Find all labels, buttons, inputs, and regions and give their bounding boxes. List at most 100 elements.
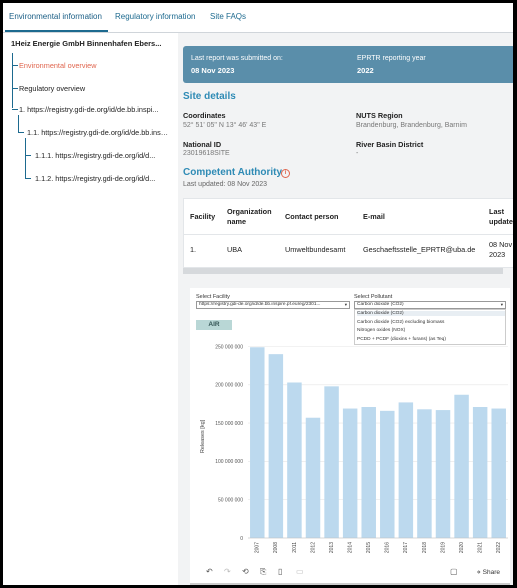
tree-connector: [25, 155, 31, 156]
table-header-email: E-mail: [363, 212, 385, 221]
y-tick-label: 50 000 000: [218, 497, 243, 503]
competent-authority-updated: Last updated: 08 Nov 2023: [183, 181, 268, 188]
dashboard-toolbar: ↶ ↷ ⟲ ⎘ ▯ ▭ ▢ ⋄ Share: [190, 563, 510, 583]
x-tick-label: 2021: [477, 542, 483, 553]
x-tick-label: 2014: [347, 542, 353, 553]
site-details-title: Site details: [183, 91, 236, 102]
table-cell-last-updated: 08 Nov 2023: [489, 240, 513, 259]
tree-connector: [12, 65, 18, 66]
bar: [398, 402, 414, 538]
revert-icon[interactable]: ⟲: [242, 567, 249, 576]
river-basin-value: -: [356, 150, 359, 157]
y-tick-label: 0: [240, 536, 243, 542]
coordinates-value: 52° 51' 05" N 13° 46' 43" E: [183, 122, 267, 129]
y-tick-label: 150 000 000: [215, 421, 243, 427]
bar: [342, 408, 358, 538]
tree-item-installation-1[interactable]: 1. https://registry.gdi-de.org/id/de.bb.…: [19, 105, 169, 114]
tree-root-facility[interactable]: 1Heiz Energie GmbH Binnenhafen Ebers...: [11, 39, 166, 48]
table-header-contact: Contact person: [285, 212, 339, 221]
x-tick-label: 2022: [496, 542, 502, 553]
sidebar-tree: 1Heiz Energie GmbH Binnenhafen Ebers... …: [3, 33, 173, 585]
competent-authority-table: Facility Organization name Contact perso…: [183, 198, 513, 268]
releases-bar-chart: 0 50 000 000 100 000 000 150 000 000 200 000…: [200, 344, 508, 553]
share-label: Share: [482, 569, 500, 576]
x-tick-label: 2013: [329, 542, 335, 553]
active-tab-indicator: [5, 30, 108, 32]
tree-connector: [12, 88, 18, 89]
bar: [491, 408, 506, 538]
table-horizontal-scrollbar[interactable]: [183, 268, 503, 274]
table-cell-contact: Umweltbundesamt: [285, 245, 346, 254]
x-tick-label: 2007: [255, 542, 261, 553]
last-report-label: Last report was submitted on:: [191, 55, 283, 62]
bar: [287, 382, 302, 538]
table-header-facility: Facility: [190, 212, 216, 221]
tree-item-environmental-overview[interactable]: Environmental overview: [19, 61, 169, 70]
reporting-year-label: EPRTR reporting year: [357, 55, 426, 62]
y-tick-label: 250 000 000: [215, 344, 243, 350]
x-tick-label: 2012: [310, 542, 316, 553]
bar: [268, 354, 284, 538]
info-icon[interactable]: i: [281, 169, 290, 178]
tree-item-installation-1-1-2[interactable]: 1.1.2. https://registry.gdi-de.org/id/d.…: [35, 174, 169, 183]
bar: [417, 409, 432, 538]
x-tick-label: 2011: [292, 542, 298, 553]
y-tick-label: 200 000 000: [215, 383, 243, 389]
x-tick-label: 2020: [459, 542, 465, 553]
tab-site-faqs[interactable]: Site FAQs: [210, 12, 246, 21]
x-tick-label: 2015: [366, 542, 372, 553]
bar: [380, 410, 395, 538]
tree-item-installation-1-1[interactable]: 1.1. https://registry.gdi-de.org/id/de.b…: [27, 128, 169, 137]
redo-icon[interactable]: ↷: [224, 567, 231, 576]
tree-connector: [12, 109, 18, 110]
tab-bar: Environmental information Regulatory inf…: [3, 3, 513, 33]
x-tick-label: 2017: [403, 542, 409, 553]
undo-icon[interactable]: ↶: [206, 567, 213, 576]
x-tick-label: 2008: [273, 542, 279, 553]
table-cell-email: Geschaeftsstelle_EPRTR@uba.de: [363, 245, 476, 254]
competent-authority-title: Competent Authority: [183, 167, 283, 178]
tree-item-installation-1-1-1[interactable]: 1.1.1. https://registry.gdi-de.org/id/d.…: [35, 151, 169, 160]
comment-icon[interactable]: ▢: [450, 567, 458, 576]
tab-environmental-information[interactable]: Environmental information: [9, 12, 102, 21]
table-header-organization: Organization name: [227, 207, 272, 226]
bar: [361, 407, 376, 538]
report-banner: Last report was submitted on: 08 Nov 202…: [183, 46, 513, 83]
view-icon[interactable]: ▭: [296, 567, 304, 576]
table-cell-facility: 1.: [190, 245, 197, 254]
bar: [435, 410, 451, 538]
tab-regulatory-information[interactable]: Regulatory information: [115, 12, 195, 21]
last-report-value: 08 Nov 2023: [191, 66, 235, 75]
bar: [454, 394, 469, 538]
national-id-label: National ID: [183, 140, 222, 149]
bar: [305, 417, 321, 538]
y-tick-label: 100 000 000: [215, 459, 243, 465]
y-axis-label: Releases [kg]: [200, 419, 206, 453]
nuts-region-label: NUTS Region: [356, 111, 403, 120]
share-button[interactable]: ⋄ Share: [477, 568, 500, 576]
x-tick-label: 2019: [440, 542, 446, 553]
nuts-region-value: Brandenburg, Brandenburg, Barnim: [356, 122, 467, 129]
emissions-dashboard: Select Facility https://registry.gdi-de.…: [190, 288, 510, 585]
refresh-data-icon[interactable]: ⎘: [260, 567, 266, 577]
table-cell-organization: UBA: [227, 245, 243, 254]
x-tick-label: 2016: [385, 542, 391, 553]
tree-item-regulatory-overview[interactable]: Regulatory overview: [19, 84, 169, 93]
x-tick-label: 2018: [422, 542, 428, 553]
tree-connector: [12, 53, 13, 108]
table-divider: [184, 234, 513, 235]
bar: [472, 407, 488, 538]
tree-connector: [25, 178, 31, 179]
bar: [324, 386, 339, 538]
tree-connector: [25, 138, 26, 178]
table-header-last-updated: Last updated: [489, 207, 513, 226]
bar: [250, 347, 265, 538]
dashboard-scrollbar[interactable]: [190, 583, 510, 585]
coordinates-label: Coordinates: [183, 111, 226, 120]
tree-connector: [18, 132, 24, 133]
reporting-year-value: 2022: [357, 66, 374, 75]
national-id-value: 23019618SITE: [183, 150, 230, 157]
tree-connector: [18, 115, 19, 132]
pause-icon[interactable]: ▯: [278, 567, 282, 576]
river-basin-label: River Basin District: [356, 140, 424, 149]
